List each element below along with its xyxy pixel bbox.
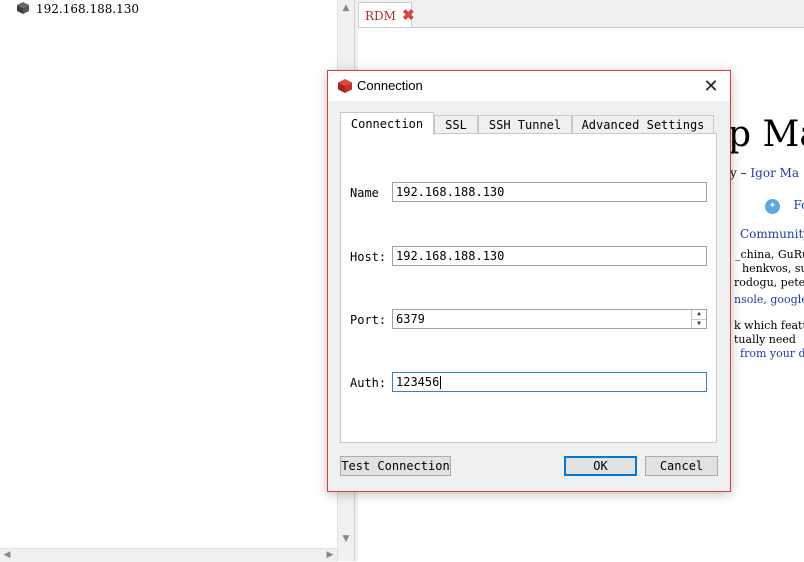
byline-text: y – — [730, 166, 750, 180]
info-line: tually need — [734, 333, 796, 346]
scroll-down-icon[interactable]: ▼ — [338, 531, 354, 547]
text-caret — [440, 376, 441, 389]
scroll-right-icon[interactable]: ▶ — [323, 549, 337, 562]
host-value: 192.168.188.130 — [396, 249, 504, 263]
host-field[interactable]: 192.168.188.130 — [392, 246, 707, 266]
tree-item-label: 192.168.188.130 — [36, 2, 139, 16]
close-dialog-button[interactable]: ✕ — [700, 75, 722, 97]
auth-value: 123456 — [396, 375, 439, 389]
scroll-left-icon[interactable]: ◀ — [0, 549, 14, 562]
tree-horizontal-scrollbar[interactable]: ◀ ▶ — [0, 548, 337, 562]
host-label: Host: — [350, 250, 386, 264]
author-link[interactable]: Igor Ma — [750, 166, 799, 180]
port-stepper[interactable]: ▲ ▼ — [691, 310, 706, 328]
twitter-follow[interactable]: ✦ Fo — [765, 198, 804, 214]
tab-ssl[interactable]: SSL — [434, 115, 478, 134]
port-value: 6379 — [396, 312, 425, 326]
tab-connection[interactable]: Connection — [340, 112, 434, 135]
name-value: 192.168.188.130 — [396, 185, 504, 199]
connection-dialog: Connection ✕ Connection SSL SSH Tunnel A… — [327, 70, 731, 492]
scroll-up-icon[interactable]: ▲ — [338, 0, 354, 16]
byline: y – Igor Ma — [730, 166, 799, 180]
tree-item-server[interactable]: 192.168.188.130 — [16, 0, 139, 18]
increment-icon[interactable]: ▲ — [692, 310, 706, 320]
close-icon: ✕ — [703, 76, 718, 97]
tab-rdm[interactable]: RDM ✖ — [358, 2, 412, 28]
port-spinbox[interactable]: 6379 ▲ ▼ — [392, 309, 707, 329]
redis-logo-icon — [337, 78, 353, 97]
contributors-line: rodogu, pete — [734, 276, 804, 289]
info-line: k which featu — [734, 319, 804, 332]
name-field[interactable]: 192.168.188.130 — [392, 182, 707, 202]
tab-rdm-label: RDM — [365, 9, 396, 23]
tab-advanced-settings[interactable]: Advanced Settings — [572, 115, 714, 134]
twitter-icon: ✦ — [765, 199, 780, 214]
name-label: Name — [350, 186, 379, 200]
connection-tab-panel: Name 192.168.188.130 Host: 192.168.188.1… — [340, 133, 717, 443]
auth-label: Auth: — [350, 376, 386, 390]
contributors-line: _china, GuRui — [735, 248, 804, 261]
test-connection-button[interactable]: Test Connection — [340, 456, 451, 476]
page-heading: p Ma — [728, 114, 804, 155]
decrement-icon[interactable]: ▼ — [692, 320, 706, 329]
cancel-button[interactable]: Cancel — [645, 456, 718, 476]
port-label: Port: — [350, 313, 386, 327]
server-icon — [16, 1, 30, 18]
community-link[interactable]: Community — [740, 227, 804, 241]
info-line: from your da — [740, 347, 804, 360]
close-tab-icon[interactable]: ✖ — [402, 8, 415, 23]
dialog-title: Connection — [357, 78, 423, 93]
dialog-titlebar[interactable]: Connection ✕ — [328, 71, 730, 101]
ok-button[interactable]: OK — [564, 456, 637, 476]
auth-field[interactable]: 123456 — [392, 372, 707, 392]
follow-label: Fo — [794, 198, 804, 212]
connection-tree-panel: 192.168.188.130 — [0, 0, 337, 561]
links-line[interactable]: nsole, google — [734, 293, 804, 306]
tab-ssh-tunnel[interactable]: SSH Tunnel — [478, 115, 572, 134]
contributors-line: henkvos, su — [742, 262, 804, 275]
